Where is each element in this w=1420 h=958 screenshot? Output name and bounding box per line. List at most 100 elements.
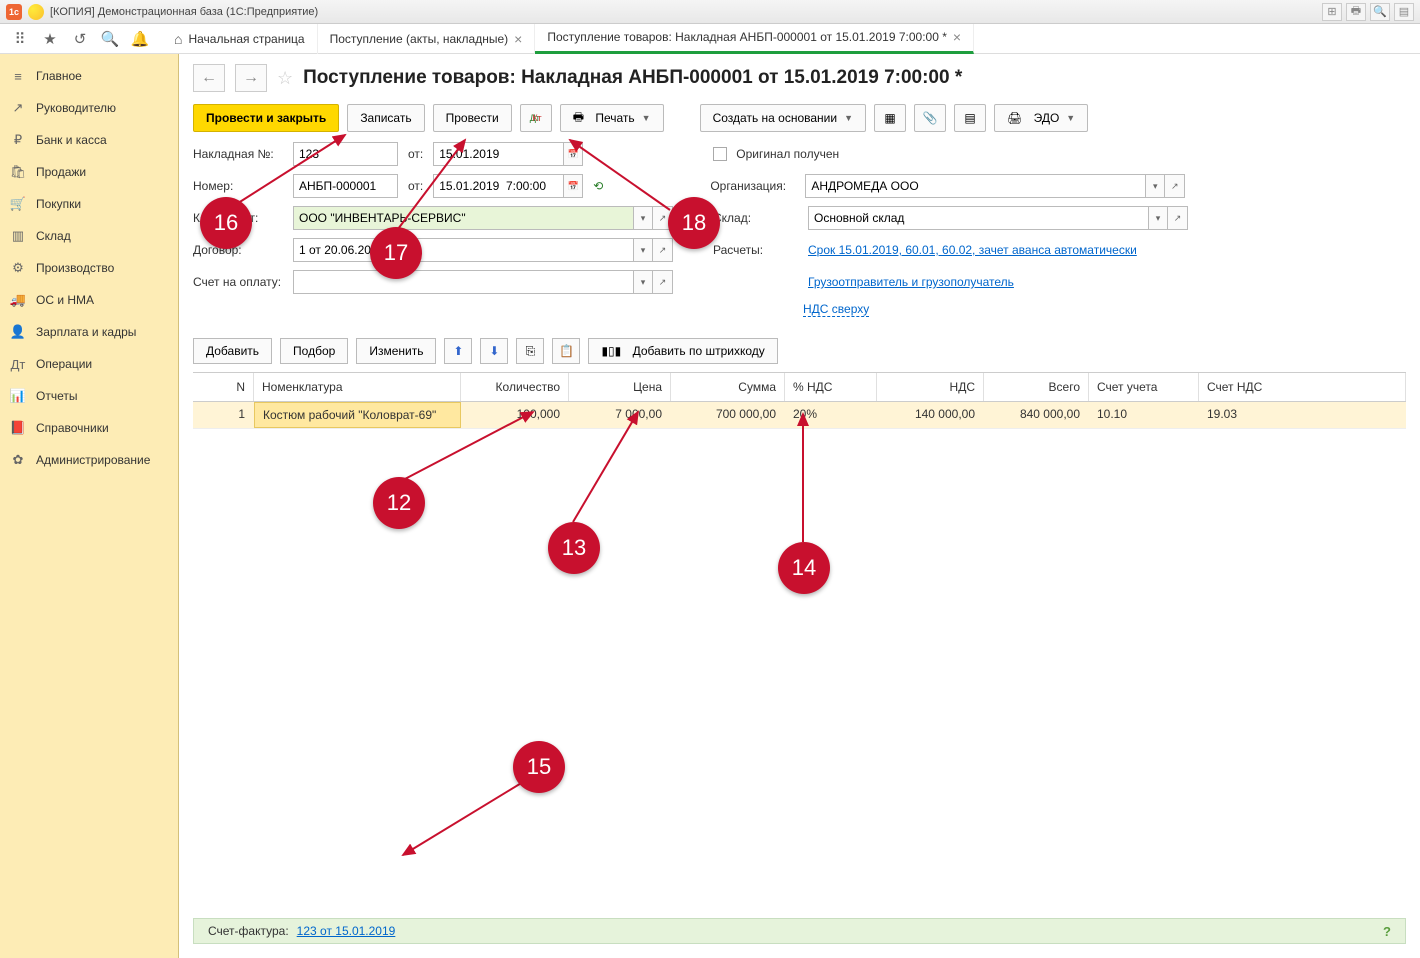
dropdown-icon[interactable]: ▾ [1145,174,1165,198]
dtkt-button[interactable] [520,104,552,132]
annotation-badge-12: 12 [373,477,425,529]
copy-button[interactable]: ⎘ [516,338,544,364]
org-label: Организация: [710,179,795,193]
col-total: Всего [984,373,1089,401]
tab-label: Начальная страница [188,32,304,46]
settlements-label: Расчеты: [713,243,798,257]
window-btn-3[interactable]: 🔍 [1370,3,1390,21]
dropdown-icon[interactable] [28,4,44,20]
org-input[interactable] [805,174,1145,198]
open-icon[interactable]: ↗ [653,270,673,294]
template-button[interactable]: ▤ [954,104,986,132]
number-date-input[interactable] [433,174,563,198]
sidebar-item-warehouse[interactable]: ▥Склад [0,220,178,252]
number-label: Номер: [193,179,283,193]
ruble-icon: ₽ [10,132,26,148]
window-btn-2[interactable]: 🖶 [1346,3,1366,21]
col-vacc: Счет НДС [1199,373,1406,401]
calendar-icon[interactable]: 📅 [563,174,583,198]
help-icon[interactable]: ? [1383,924,1391,939]
menu-icon: ≡ [10,68,26,84]
col-sum: Сумма [671,373,785,401]
sidebar-item-payroll[interactable]: 👤Зарплата и кадры [0,316,178,348]
barcode-button[interactable]: ▮▯▮ Добавить по штрихкоду [588,338,777,364]
contractor-input[interactable] [293,206,633,230]
sidebar-item-manager[interactable]: ↗Руководителю [0,92,178,124]
sidebar-item-operations[interactable]: ДтОперации [0,348,178,380]
edo-icon: 🖨 [1007,111,1022,125]
movedown-button[interactable]: ⬇ [480,338,508,364]
sidebar-item-production[interactable]: ⚙Производство [0,252,178,284]
invoice-no-input[interactable] [293,142,398,166]
annotation-badge-18: 18 [668,197,720,249]
table-body: 1 Костюм рабочий "Коловрат-69" 100,000 7… [193,402,1406,842]
book-icon: 📕 [10,420,26,436]
refresh-icon[interactable]: ⟲ [593,179,603,193]
warehouse-input[interactable] [808,206,1148,230]
structure-button[interactable]: ▦ [874,104,906,132]
close-icon[interactable]: × [514,31,522,47]
back-button[interactable]: ← [193,64,225,92]
open-icon[interactable]: ↗ [1165,174,1185,198]
invoice-date-input[interactable] [433,142,563,166]
post-button[interactable]: Провести [433,104,512,132]
sidebar-item-catalogs[interactable]: 📕Справочники [0,412,178,444]
post-close-button[interactable]: Провести и закрыть [193,104,339,132]
tab-document[interactable]: Поступление товаров: Накладная АНБП-0000… [535,24,974,54]
table-row[interactable]: 1 Костюм рабочий "Коловрат-69" 100,000 7… [193,402,1406,429]
annotation-arrows [193,402,893,862]
edit-button[interactable]: Изменить [356,338,436,364]
create-based-button[interactable]: Создать на основании▼ [700,104,866,132]
vat-link[interactable]: НДС сверху [803,302,869,317]
select-button[interactable]: Подбор [280,338,348,364]
dropdown-icon[interactable]: ▾ [633,270,653,294]
number-input[interactable] [293,174,398,198]
attach-button[interactable]: 📎 [914,104,946,132]
sidebar-item-assets[interactable]: 🚚ОС и НМА [0,284,178,316]
sidebar-item-purchases[interactable]: 🛒Покупки [0,188,178,220]
forward-button[interactable]: → [235,64,267,92]
add-button[interactable]: Добавить [193,338,272,364]
close-icon[interactable]: × [953,29,961,45]
sidebar-item-main[interactable]: ≡Главное [0,60,178,92]
dropdown-icon[interactable]: ▾ [633,238,653,262]
document-title: Поступление товаров: Накладная АНБП-0000… [303,67,962,89]
print-button[interactable]: 🖶 Печать▼ [560,104,664,132]
history-icon[interactable]: ↺ [66,27,94,51]
paste-button[interactable]: 📋 [552,338,580,364]
tab-receipts[interactable]: Поступление (акты, накладные) × [318,24,536,54]
save-button[interactable]: Записать [347,104,424,132]
dropdown-icon[interactable]: ▾ [1148,206,1168,230]
invoice-footer-link[interactable]: 123 от 15.01.2019 [297,924,396,938]
sidebar-item-admin[interactable]: ✿Администрирование [0,444,178,476]
sidebar-item-reports[interactable]: 📊Отчеты [0,380,178,412]
edo-button[interactable]: 🖨 ЭДО▼ [994,104,1088,132]
moveup-button[interactable]: ⬆ [444,338,472,364]
person-icon: 👤 [10,324,26,340]
contract-input[interactable] [293,238,633,262]
window-btn-4[interactable]: ▤ [1394,3,1414,21]
search-icon[interactable]: 🔍 [96,27,124,51]
apps-icon[interactable]: ⠿ [6,27,34,51]
sidebar-item-sales[interactable]: 🛍Продажи [0,156,178,188]
window-btn-1[interactable]: ⊞ [1322,3,1342,21]
sidebar-item-bank[interactable]: ₽Банк и касса [0,124,178,156]
calendar-icon[interactable]: 📅 [563,142,583,166]
tab-home[interactable]: ⌂ Начальная страница [162,24,318,54]
col-qty: Количество [461,373,569,401]
open-icon[interactable]: ↗ [653,238,673,262]
settlements-link[interactable]: Срок 15.01.2019, 60.01, 60.02, зачет ава… [808,243,1137,257]
app-icon: 1c [6,4,22,20]
star-icon[interactable]: ★ [36,27,64,51]
invoice-pay-label: Счет на оплату: [193,275,283,289]
original-checkbox[interactable] [713,147,727,161]
settings-icon: ✿ [10,452,26,468]
dropdown-icon[interactable]: ▾ [633,206,653,230]
content: ← → ☆ Поступление товаров: Накладная АНБ… [179,54,1420,958]
warehouse-label: Склад: [713,211,798,225]
invoice-pay-input[interactable] [293,270,633,294]
favorite-button[interactable]: ☆ [277,68,293,89]
consignor-link[interactable]: Грузоотправитель и грузополучатель [808,275,1014,289]
bell-icon[interactable]: 🔔 [126,27,154,51]
open-icon[interactable]: ↗ [1168,206,1188,230]
